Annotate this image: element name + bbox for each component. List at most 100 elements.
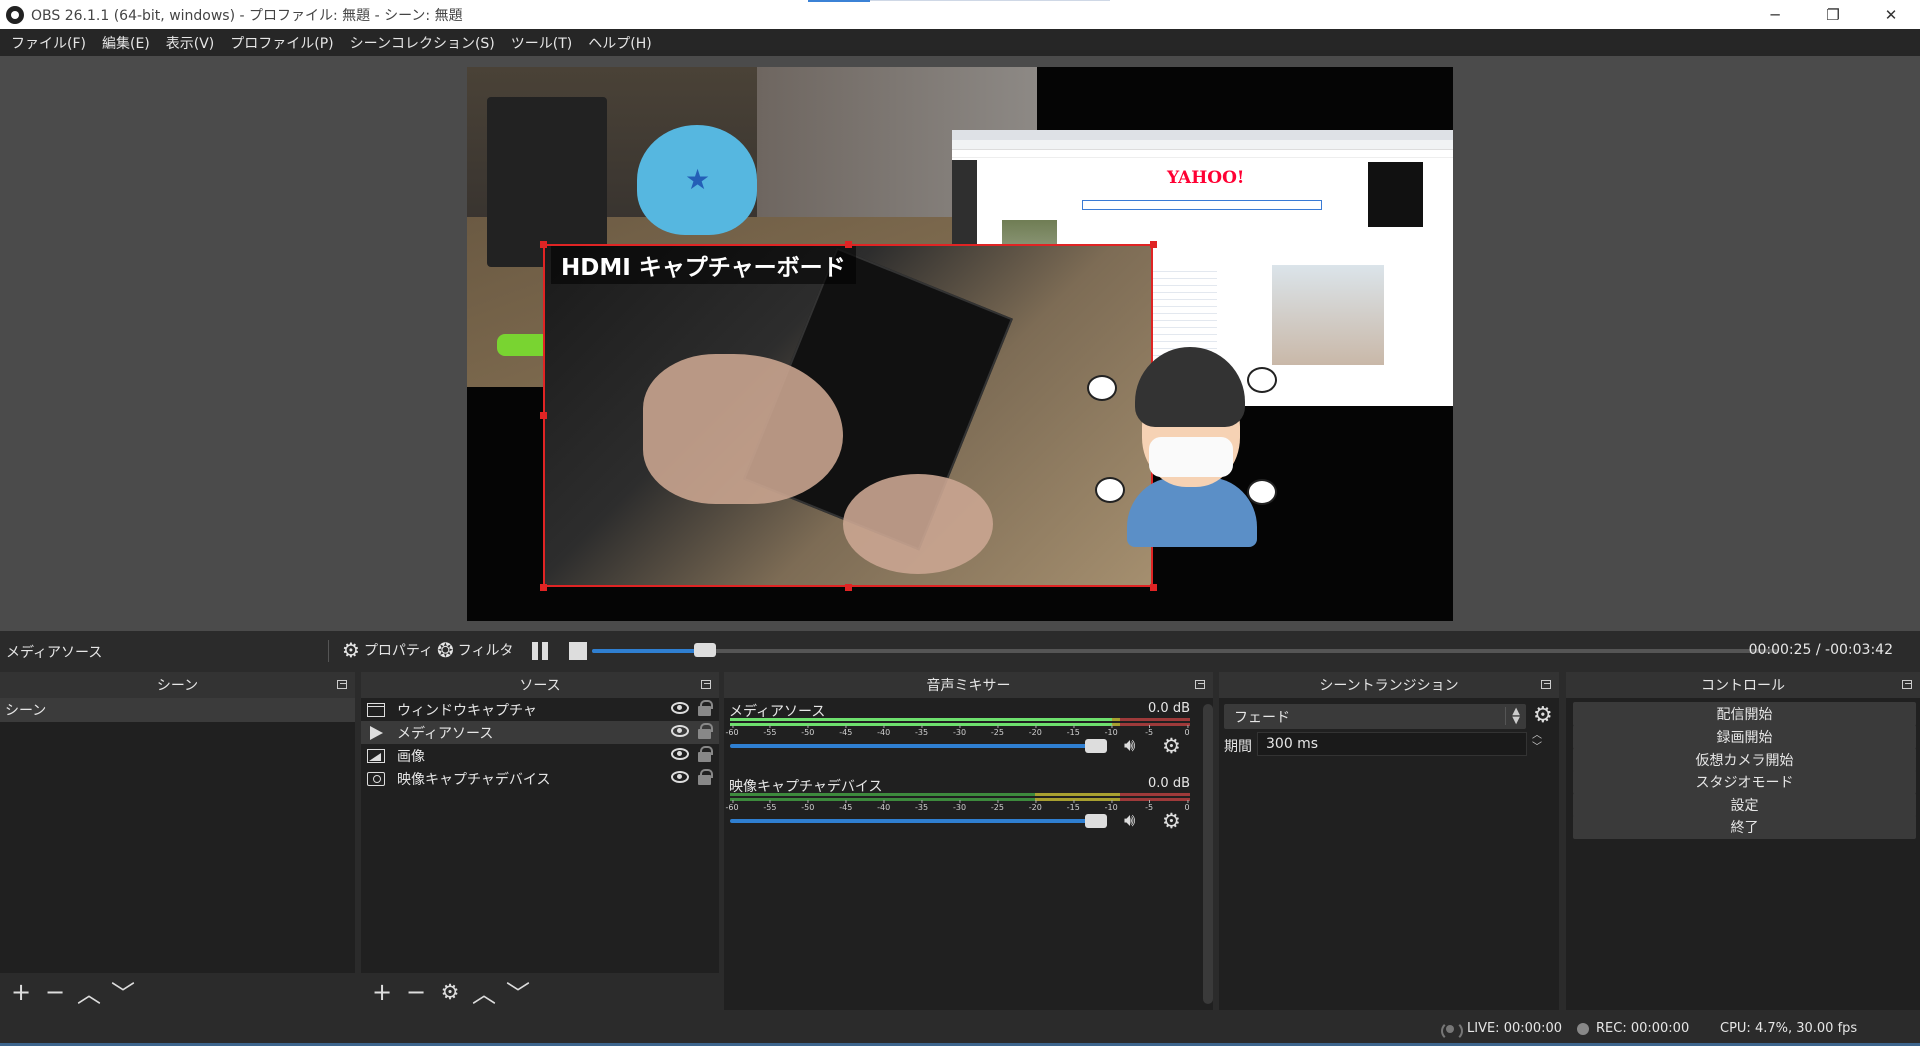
spinner-icon[interactable]: ︿ ﹀ [1532,730,1542,754]
move-down-icon[interactable]: ﹀ [503,977,533,1008]
add-icon[interactable]: + [6,977,36,1007]
remove-icon[interactable]: − [40,977,70,1007]
pause-button[interactable] [530,641,550,661]
undock-icon[interactable] [701,680,711,689]
source-label: 映像キャプチャデバイス [397,771,551,788]
minimize-button[interactable]: ─ [1746,0,1804,29]
resize-handle[interactable] [845,584,852,591]
title-bar: OBS 26.1.1 (64-bit, windows) - プロファイル: 無… [0,0,1920,29]
transitions-title: シーントランジション [1319,678,1459,694]
duration-input[interactable]: 300 ms [1257,732,1527,756]
menu-scene-collection[interactable]: シーンコレクション(S) [342,33,503,53]
source-item[interactable]: ウィンドウキャプチャ [361,698,719,721]
menu-edit[interactable]: 編集(E) [94,33,158,53]
resize-handle[interactable] [540,584,547,591]
settings-button[interactable]: 設定 [1573,793,1916,817]
move-up-icon[interactable]: ︿ [74,977,104,1008]
studio-mode-button[interactable]: スタジオモード [1573,770,1916,794]
close-button[interactable]: ✕ [1862,0,1920,29]
start-virtual-camera-button[interactable]: 仮想カメラ開始 [1573,748,1916,772]
volume-handle[interactable] [1085,739,1107,753]
move-down-icon[interactable]: ﹀ [108,977,138,1008]
speaker-icon[interactable]: 🔊︎ [1124,811,1152,831]
preview-canvas[interactable]: YAHOO! HDMI キャプチャーボード [467,67,1453,621]
undock-icon[interactable] [337,680,347,689]
menu-tools[interactable]: ツール(T) [503,33,580,53]
mixer-title: 音声ミキサー [926,678,1011,694]
channel-db: 0.0 dB [1148,776,1190,791]
filters-button[interactable]: ❂ フィルタ [437,640,514,660]
remove-icon[interactable]: − [401,977,431,1007]
chevron-updown-icon: ▲ ▼ [1505,707,1520,726]
source-item[interactable]: 画像 [361,744,719,767]
resize-handle[interactable] [1150,241,1157,248]
transition-select[interactable]: フェード ▲ ▼ [1224,704,1526,729]
broadcast-icon [1440,1020,1463,1041]
start-recording-button[interactable]: 録画開始 [1573,725,1916,749]
status-bar: LIVE: 00:00:00 REC: 00:00:00 CPU: 4.7%, … [0,1010,1920,1046]
resize-handle[interactable] [1150,584,1157,591]
title-accent [808,0,870,2]
gear-icon[interactable]: ⚙ [1162,735,1184,757]
volume-handle[interactable] [1085,814,1107,828]
eye-icon[interactable] [671,771,689,783]
play-icon [367,725,385,740]
scenes-dock: シーン シーン + − ︿ ﹀ [0,672,355,1010]
resize-handle[interactable] [845,241,852,248]
meter-scale: -60 -55 -50 -45 -40 -35 -30 -25 -20 -15 -10 -5 0 [725,725,1190,742]
maximize-button[interactable]: ❐ [1804,0,1862,29]
eye-icon[interactable] [671,702,689,714]
properties-label: プロパティ [363,643,434,659]
resize-handle[interactable] [540,412,547,419]
seek-handle[interactable] [693,643,716,657]
meter-tick-label: -40 [877,725,891,737]
media-seek-slider[interactable] [592,643,1778,657]
mixer-scrollbar[interactable] [1203,704,1213,1004]
undock-icon[interactable] [1195,680,1205,689]
resize-handle[interactable] [540,241,547,248]
meter-tick-label: -55 [763,725,777,737]
preview-area: YAHOO! HDMI キャプチャーボード [0,56,1920,631]
volume-meter [730,718,1190,721]
gear-icon[interactable]: ⚙ [435,977,465,1007]
controls-title: コントロール [1701,678,1785,694]
meter-tick-label: -45 [839,725,853,737]
filters-label: フィルタ [457,643,514,659]
eye-icon[interactable] [671,725,689,737]
transition-value: フェード [1234,709,1290,726]
menu-profile[interactable]: プロファイル(P) [222,33,341,53]
speaker-icon[interactable]: 🔊︎ [1124,736,1152,756]
meter-tick-label: -40 [877,800,891,812]
scene-item[interactable]: シーン [0,698,355,722]
start-streaming-button[interactable]: 配信開始 [1573,702,1916,726]
gear-icon[interactable]: ⚙ [1533,705,1553,727]
meter-tick-label: -60 [725,800,739,812]
lock-icon[interactable] [698,700,713,716]
exit-button[interactable]: 終了 [1573,815,1916,839]
undock-icon[interactable] [1541,680,1551,689]
source-item[interactable]: 映像キャプチャデバイス [361,767,719,790]
lock-icon[interactable] [698,746,713,762]
move-up-icon[interactable]: ︿ [469,977,499,1008]
undock-icon[interactable] [1902,680,1912,689]
stop-button[interactable] [569,642,587,660]
source-item[interactable]: メディアソース [361,721,719,744]
volume-slider[interactable] [730,739,1107,753]
lock-icon[interactable] [698,769,713,785]
menu-help[interactable]: ヘルプ(H) [580,33,659,53]
title-accent-line [870,0,1110,1]
scene-transitions-dock: シーントランジション フェード ▲ ▼ ⚙ 期間 300 ms ︿ ﹀ [1219,672,1559,1010]
menu-file[interactable]: ファイル(F) [3,33,94,53]
source-label: ウィンドウキャプチャ [397,702,537,719]
gear-icon[interactable]: ⚙ [1162,810,1184,832]
mixer-channel: メディアソース 0.0 dB -60 -55 -50 -45 -40 -35 -30 -25-… [724,698,1198,773]
meter-tick-label: -25 [990,800,1004,812]
volume-slider[interactable] [730,814,1107,828]
lock-icon[interactable] [698,723,713,739]
menu-view[interactable]: 表示(V) [158,33,223,53]
live-status: LIVE: 00:00:00 [1467,1021,1563,1036]
properties-button[interactable]: ⚙ プロパティ [342,640,433,660]
eye-icon[interactable] [671,748,689,760]
add-icon[interactable]: + [367,977,397,1007]
selection-box[interactable] [543,244,1153,587]
